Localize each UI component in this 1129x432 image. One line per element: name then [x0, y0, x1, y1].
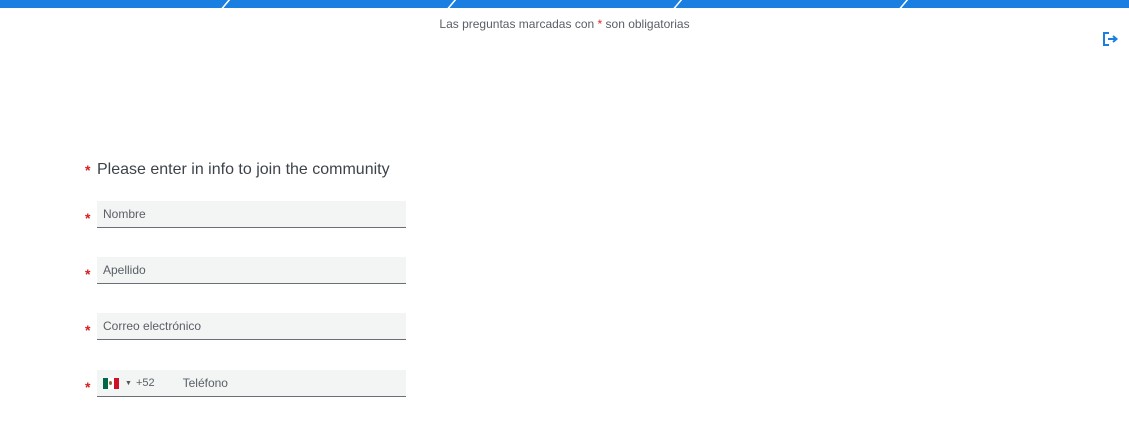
last-name-row: * Apellido	[85, 257, 406, 284]
required-star: *	[85, 162, 91, 178]
first-name-input[interactable]: Nombre	[97, 201, 406, 228]
last-name-input[interactable]: Apellido	[97, 257, 406, 284]
last-name-placeholder: Apellido	[103, 263, 146, 277]
required-note: Las preguntas marcadas con * son obligat…	[0, 17, 1129, 31]
progress-bar	[0, 0, 1129, 8]
mexico-flag-icon	[103, 377, 119, 389]
email-placeholder: Correo electrónico	[103, 319, 202, 333]
email-input[interactable]: Correo electrónico	[97, 313, 406, 340]
required-note-suffix: son obligatorias	[605, 17, 690, 31]
phone-row: * ▼ +52 Teléfono	[85, 370, 406, 397]
required-note-star: *	[597, 17, 603, 31]
email-row: * Correo electrónico	[85, 313, 406, 340]
required-note-prefix: Las preguntas marcadas con	[439, 17, 595, 31]
dial-code: +52	[135, 377, 155, 389]
required-star: *	[85, 265, 91, 282]
exit-icon	[1103, 32, 1119, 46]
country-selector[interactable]: ▼ +52	[103, 377, 155, 389]
phone-placeholder: Teléfono	[182, 376, 228, 390]
first-name-placeholder: Nombre	[103, 207, 146, 221]
required-star: *	[85, 209, 91, 226]
exit-button[interactable]	[1101, 30, 1119, 48]
chevron-down-icon: ▼	[125, 379, 132, 387]
question-title: Please enter in info to join the communi…	[97, 161, 390, 178]
required-star: *	[85, 378, 91, 395]
first-name-row: * Nombre	[85, 201, 406, 228]
required-star: *	[85, 321, 91, 338]
question-block: * Please enter in info to join the commu…	[85, 161, 585, 179]
phone-input[interactable]: ▼ +52 Teléfono	[97, 370, 406, 397]
